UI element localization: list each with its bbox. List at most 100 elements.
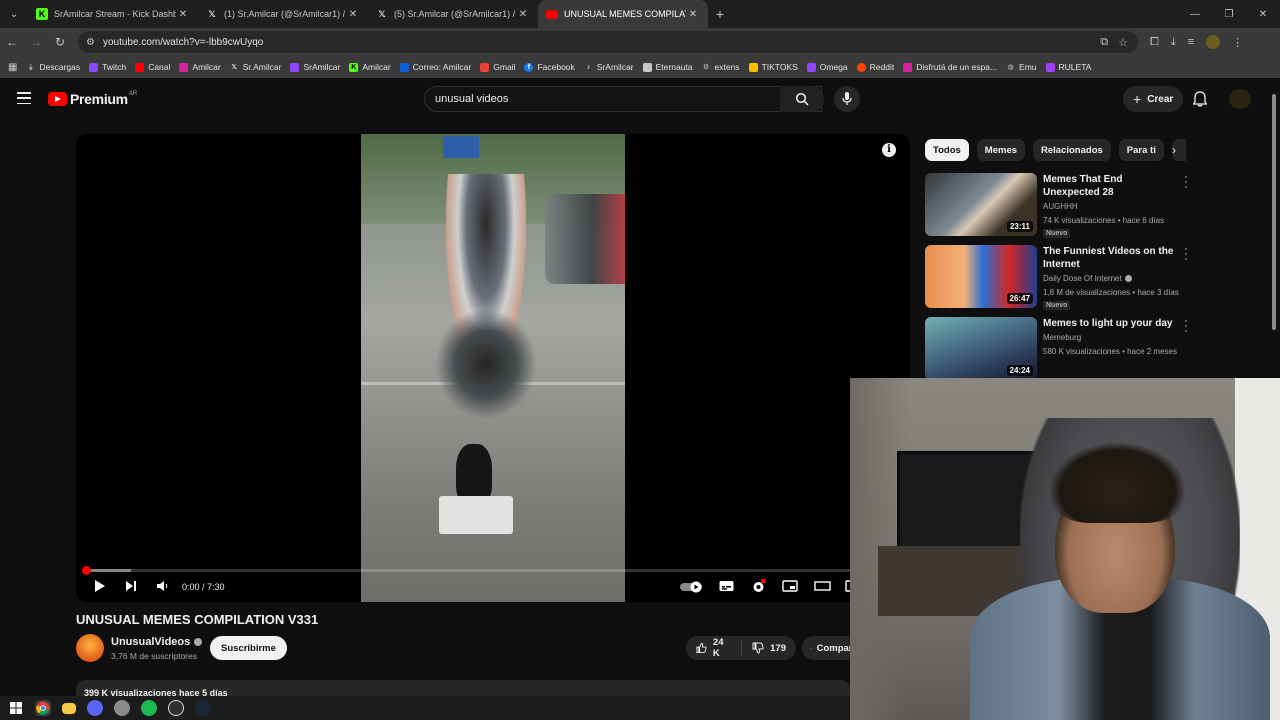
more-options-icon[interactable]: · · · bbox=[1183, 172, 1189, 193]
recommendation-channel[interactable]: Memeburg bbox=[1043, 333, 1081, 342]
recommendation-item[interactable]: 26:47 The Funniest Videos on the Interne… bbox=[925, 244, 1195, 310]
bookmark-descargas[interactable]: ⤓ Descargas bbox=[26, 62, 80, 72]
search-button[interactable] bbox=[780, 86, 824, 112]
progress-bar[interactable] bbox=[82, 566, 900, 575]
obs-icon[interactable] bbox=[168, 700, 184, 716]
browser-tab-x-1[interactable]: 𝕏 (1) Sr.Amilcar (@SrAmilcar1) / X ✕ bbox=[198, 0, 368, 28]
volume-icon[interactable] bbox=[156, 579, 168, 593]
chip-para-ti[interactable]: Para ti bbox=[1118, 139, 1164, 161]
info-icon[interactable]: i bbox=[882, 143, 896, 157]
apps-grid-icon[interactable]: ▦ bbox=[8, 62, 17, 73]
video-thumbnail[interactable]: 23:11 bbox=[925, 173, 1037, 236]
bookmark-eternauta[interactable]: Eternauta bbox=[642, 62, 693, 72]
bookmark-amilcar-kick[interactable]: K Amilcar bbox=[349, 62, 391, 72]
steam-icon[interactable] bbox=[195, 700, 211, 716]
account-avatar[interactable] bbox=[1229, 89, 1251, 109]
chip-relacionados[interactable]: Relacionados bbox=[1033, 139, 1111, 161]
minimize-icon[interactable]: — bbox=[1178, 0, 1212, 28]
close-tab-icon[interactable]: ✕ bbox=[346, 9, 360, 20]
recommendation-item[interactable]: 24:24 Memes to light up your day Memebur… bbox=[925, 316, 1195, 381]
browser-tab-kick[interactable]: K SrAmilcar Stream - Kick Dashboard ✕ bbox=[28, 0, 198, 28]
chip-todos[interactable]: Todos bbox=[925, 139, 969, 161]
create-button[interactable]: + Crear bbox=[1123, 86, 1184, 112]
extensions-icon[interactable]: ⧠ bbox=[1150, 36, 1159, 49]
bookmark-reddit[interactable]: Reddit bbox=[856, 62, 894, 72]
close-tab-icon[interactable]: ✕ bbox=[176, 9, 190, 20]
subscribe-button[interactable]: Suscribirme bbox=[210, 636, 287, 660]
search-input[interactable]: unusual videos bbox=[435, 93, 791, 105]
recommendation-title[interactable]: The Funniest Videos on the Internet bbox=[1043, 245, 1179, 271]
bookmark-emu[interactable]: ◍ Emu bbox=[1006, 62, 1036, 72]
video-player[interactable]: i 0:00 / 7:30 bbox=[76, 134, 910, 602]
dislike-button[interactable]: 179 bbox=[742, 642, 796, 654]
close-window-icon[interactable]: ✕ bbox=[1246, 0, 1280, 28]
miniplayer-icon[interactable] bbox=[782, 579, 798, 593]
play-icon[interactable] bbox=[94, 579, 106, 593]
spotify-icon[interactable] bbox=[141, 700, 157, 716]
close-tab-icon[interactable]: ✕ bbox=[516, 9, 530, 20]
voice-search-button[interactable] bbox=[834, 86, 860, 112]
bookmark-canal[interactable]: Canal bbox=[135, 62, 170, 72]
discord-icon[interactable] bbox=[87, 700, 103, 716]
recommendation-title[interactable]: Memes That End Unexpected 28 bbox=[1043, 173, 1179, 199]
thumbs-up-icon bbox=[696, 643, 707, 653]
site-info-icon[interactable]: ⚙ bbox=[86, 37, 95, 48]
bookmark-correo[interactable]: Correo: Amilcar bbox=[399, 62, 471, 72]
chrome-icon[interactable] bbox=[35, 700, 51, 716]
new-tab-icon[interactable]: + bbox=[708, 6, 732, 22]
forward-icon[interactable]: → bbox=[24, 35, 48, 49]
install-app-icon[interactable]: ⧉ bbox=[1100, 36, 1108, 49]
close-tab-icon[interactable]: ✕ bbox=[686, 9, 700, 20]
bookmark-tiktok[interactable]: ♪ SrAmilcar bbox=[584, 62, 634, 72]
recommendation-channel[interactable]: AUGHHH bbox=[1043, 202, 1078, 211]
youtube-premium-logo[interactable]: Premium AR bbox=[48, 91, 137, 107]
theater-mode-icon[interactable] bbox=[814, 579, 831, 593]
windows-start-icon[interactable] bbox=[8, 700, 24, 716]
bookmark-disfruta[interactable]: Disfrutá de un espa... bbox=[903, 62, 997, 72]
channel-avatar[interactable] bbox=[76, 634, 104, 662]
settings-gear-icon[interactable] bbox=[751, 579, 766, 594]
search-box[interactable]: unusual videos ✕ bbox=[424, 86, 822, 112]
next-video-icon[interactable] bbox=[125, 579, 137, 593]
bookmark-sramilcar-twitch[interactable]: SrAmilcar bbox=[290, 62, 340, 72]
bookmark-omega[interactable]: Omega bbox=[806, 62, 848, 72]
video-thumbnail[interactable]: 26:47 bbox=[925, 245, 1037, 308]
app-icon[interactable] bbox=[114, 700, 130, 716]
notifications-bell-icon[interactable] bbox=[1192, 91, 1208, 112]
channel-name[interactable]: UnusualVideos bbox=[111, 636, 203, 648]
bookmark-sramilcar-x[interactable]: 𝕏 Sr.Amilcar bbox=[230, 62, 281, 72]
chip-memes[interactable]: Memes bbox=[976, 139, 1026, 161]
browser-tab-youtube[interactable]: UNUSUAL MEMES COMPILATION ✕ bbox=[538, 0, 708, 28]
bookmark-ruleta[interactable]: RULETA bbox=[1045, 62, 1091, 72]
bookmark-gmail[interactable]: Gmail bbox=[480, 62, 515, 72]
page-scrollbar[interactable] bbox=[1270, 80, 1278, 380]
bookmark-extens[interactable]: ⚙ extens bbox=[702, 62, 740, 72]
bookmark-amilcar-instagram[interactable]: Amilcar bbox=[179, 62, 221, 72]
bookmark-facebook[interactable]: f Facebook bbox=[524, 62, 575, 72]
more-options-icon[interactable]: · · · bbox=[1183, 244, 1189, 265]
media-controls-icon[interactable]: ≡ bbox=[1188, 36, 1194, 48]
file-explorer-icon[interactable] bbox=[62, 702, 76, 714]
recommendation-title[interactable]: Memes to light up your day bbox=[1043, 317, 1179, 330]
address-bar[interactable]: ⚙ youtube.com/watch?v=-lbb9cwUyqo ⧉ ☆ bbox=[78, 31, 1138, 53]
reload-icon[interactable]: ↻ bbox=[48, 35, 72, 49]
restore-icon[interactable]: ❐ bbox=[1212, 0, 1246, 28]
autoplay-toggle-icon[interactable] bbox=[680, 581, 704, 593]
tab-search-icon[interactable]: ⌄ bbox=[0, 0, 28, 28]
video-thumbnail[interactable]: 24:24 bbox=[925, 317, 1037, 380]
profile-avatar[interactable] bbox=[1206, 35, 1221, 49]
subtitles-icon[interactable] bbox=[719, 579, 734, 593]
downloads-icon[interactable]: ⤓ bbox=[1171, 36, 1176, 49]
menu-icon[interactable] bbox=[17, 92, 31, 104]
like-button[interactable]: 24 K bbox=[686, 637, 743, 659]
bookmark-star-icon[interactable]: ☆ bbox=[1118, 36, 1128, 49]
back-icon[interactable]: ← bbox=[0, 35, 24, 49]
chevron-right-icon[interactable]: › bbox=[1172, 143, 1176, 157]
browser-tab-x-2[interactable]: 𝕏 (5) Sr.Amilcar (@SrAmilcar1) / X ✕ bbox=[368, 0, 538, 28]
chrome-menu-icon[interactable]: ⋮ bbox=[1232, 36, 1243, 49]
bookmark-twitch[interactable]: Twitch bbox=[89, 62, 126, 72]
bookmark-tiktoks[interactable]: TIKTOKS bbox=[748, 62, 798, 72]
more-options-icon[interactable]: · · · bbox=[1183, 316, 1189, 337]
recommendation-channel[interactable]: Daily Dose Of Internet bbox=[1043, 274, 1132, 283]
recommendation-item[interactable]: 23:11 Memes That End Unexpected 28 AUGHH… bbox=[925, 172, 1195, 238]
